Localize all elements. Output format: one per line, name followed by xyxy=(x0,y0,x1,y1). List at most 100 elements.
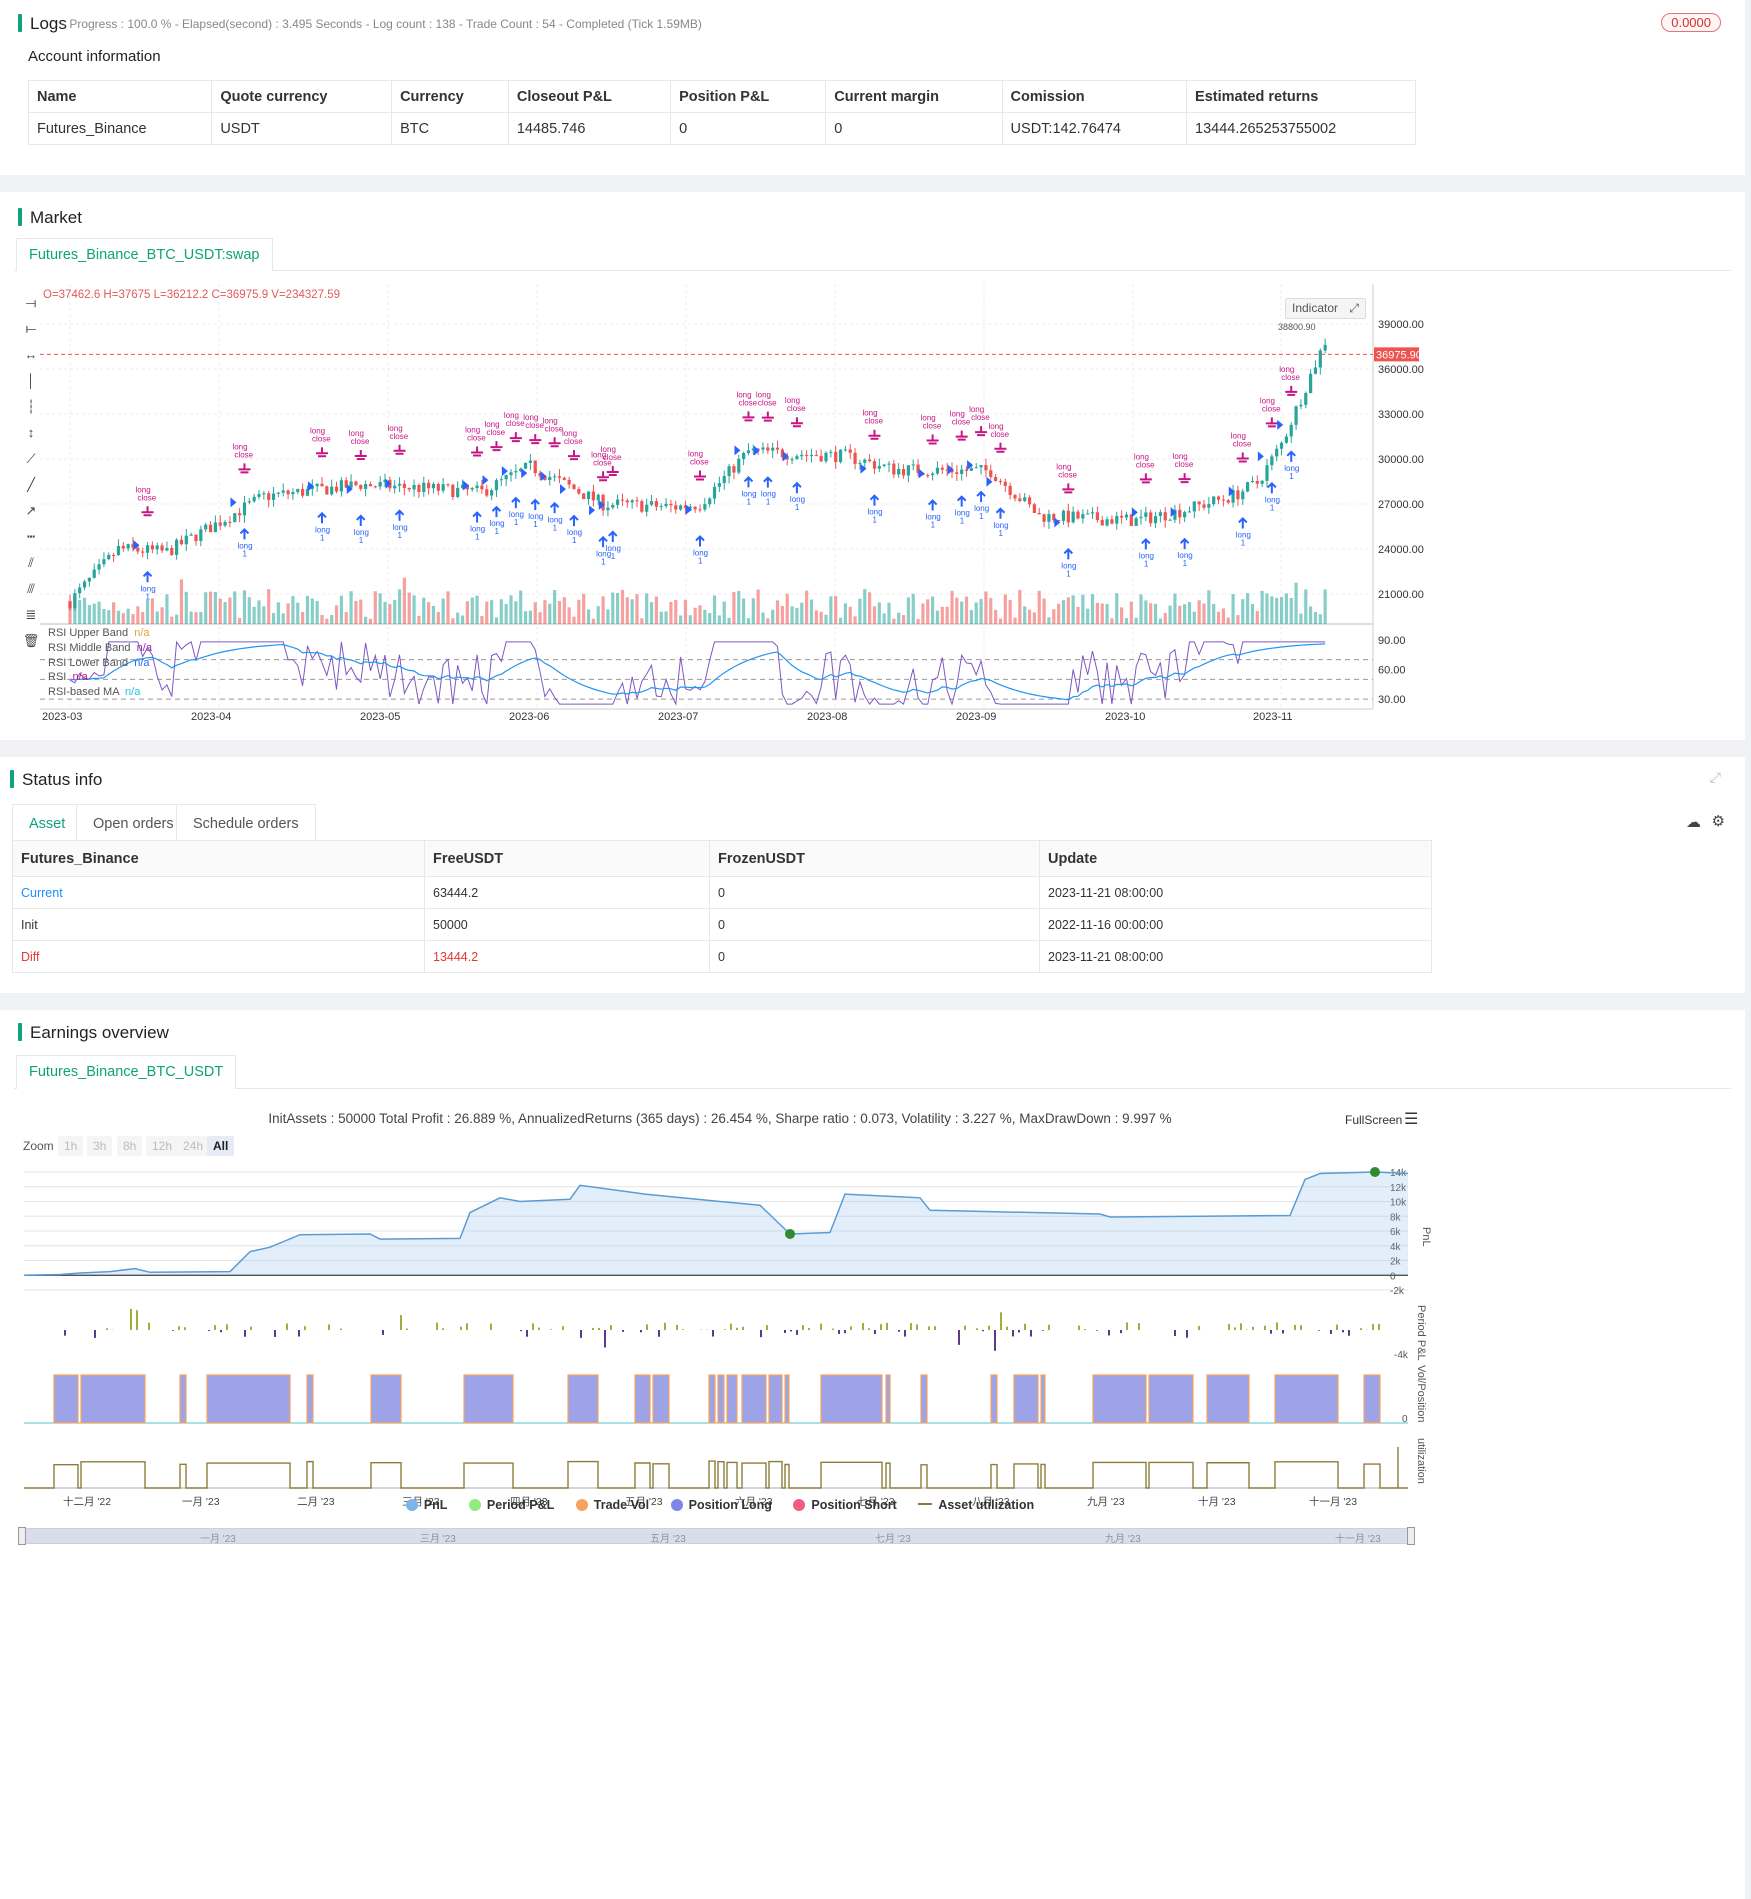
zoom-3h-button[interactable]: 3h xyxy=(87,1136,113,1156)
entry-flag xyxy=(918,468,925,479)
trend-line-icon[interactable]: ⟋ xyxy=(22,450,40,468)
volume-bar xyxy=(1168,605,1172,624)
gear-icon[interactable]: ⚙ xyxy=(1712,812,1725,830)
tab-asset[interactable]: Asset xyxy=(12,804,83,843)
ray-icon[interactable]: ↗ xyxy=(22,502,40,520)
col-header: Position P&L xyxy=(670,80,827,113)
candle-body xyxy=(591,491,595,501)
zoom-12h-button[interactable]: 12h xyxy=(146,1136,179,1156)
volume-bar xyxy=(519,590,523,624)
period-pnl-bar xyxy=(1318,1330,1320,1331)
candle-body xyxy=(315,483,319,487)
volume-bar xyxy=(877,602,881,624)
legend-trade-vol[interactable]: Trade Vol xyxy=(575,1498,649,1512)
entry-flag xyxy=(947,464,954,475)
rsi-axis-label: 60.00 xyxy=(1378,665,1406,677)
candle-body xyxy=(1183,512,1187,518)
fullscreen-button[interactable]: FullScreen xyxy=(1345,1113,1402,1127)
earnings-chart[interactable]: 14k12k10k8k6k4k2k0-2kPnL-4k Period P&L0 Vo… xyxy=(0,1160,1440,1550)
pnl-axis-title: PnL xyxy=(1420,1227,1432,1247)
period-pnl-bar xyxy=(934,1326,936,1330)
market-chart[interactable]: 2023-03 2023-04 2023-05 2023-06 2023-07 2023-… xyxy=(40,284,1440,730)
extended-line-icon[interactable]: ↔ xyxy=(22,346,40,364)
volume-bar xyxy=(950,590,954,624)
zoom-1h-button[interactable]: 1h xyxy=(58,1136,84,1156)
candle-body xyxy=(625,500,629,503)
zoom-all-button[interactable]: All xyxy=(207,1136,235,1156)
period-pnl-bar xyxy=(580,1330,582,1338)
x-tick-label: 2023-06 xyxy=(509,711,549,723)
entry-flag xyxy=(734,445,741,456)
legend-position-short[interactable]: Position Short xyxy=(793,1498,897,1512)
volume-bar xyxy=(485,601,489,624)
candle-body xyxy=(523,462,528,469)
volume-bar xyxy=(310,598,314,624)
vertical-line-icon[interactable]: │ xyxy=(22,372,40,390)
tab-earnings-symbol[interactable]: Futures_Binance_BTC_USDT xyxy=(16,1055,237,1089)
volume-bar xyxy=(402,577,406,624)
long-label: long xyxy=(1260,396,1275,405)
horizontal-line-icon[interactable]: ⟞ xyxy=(22,294,40,312)
volume-bar xyxy=(853,616,857,624)
fib-retracement-icon[interactable]: ≣ xyxy=(22,606,40,624)
tab-schedule-orders[interactable]: Schedule orders xyxy=(176,804,316,843)
candle-body xyxy=(238,513,242,516)
volume-bar xyxy=(863,589,867,624)
trash-icon[interactable]: 🗑 xyxy=(22,632,40,650)
period-pnl-bar xyxy=(1048,1324,1050,1330)
navigator-label: 五月 '23 xyxy=(650,1534,686,1545)
long-label: long xyxy=(504,411,519,420)
period-axis-title: Period P&L xyxy=(1415,1305,1427,1361)
period-pnl-bar xyxy=(520,1330,522,1332)
price-axis-label: 24000.00 xyxy=(1378,544,1424,556)
close-marker xyxy=(742,411,755,422)
candle-body xyxy=(1192,501,1196,512)
candle-body xyxy=(674,505,678,510)
segment-icon[interactable]: ╱ xyxy=(22,476,40,494)
candle-body xyxy=(998,481,1003,483)
volume-bar xyxy=(102,608,106,624)
vertical-ray-icon[interactable]: ↕ xyxy=(22,424,40,442)
legend-position-long[interactable]: Position Long xyxy=(670,1498,772,1512)
candle-body xyxy=(359,484,363,489)
navigator-right-handle[interactable] xyxy=(1407,1527,1415,1545)
price-line-icon[interactable]: ┅ xyxy=(22,528,40,546)
zoom-24h-button[interactable]: 24h xyxy=(177,1136,210,1156)
position-long-block xyxy=(1363,1374,1381,1424)
fullscreen-icon[interactable]: ⤢ xyxy=(1710,769,1721,786)
legend-period-pnl[interactable]: Period P&L xyxy=(468,1498,554,1512)
navigator-left-handle[interactable] xyxy=(18,1527,26,1545)
fib-channel-icon[interactable]: ⫻ xyxy=(22,580,40,598)
volume-bar xyxy=(1066,597,1070,624)
candle-body xyxy=(373,486,377,488)
row-label-current[interactable]: Current xyxy=(12,876,425,909)
candle-body xyxy=(87,577,91,582)
vertical-segment-icon[interactable]: ┆ xyxy=(22,398,40,416)
download-icon[interactable]: ☁ xyxy=(1686,813,1701,831)
candle-body xyxy=(393,485,397,489)
candle-body xyxy=(717,483,721,487)
tab-market-symbol[interactable]: Futures_Binance_BTC_USDT:swap xyxy=(16,238,273,271)
tab-open-orders[interactable]: Open orders xyxy=(76,804,191,843)
legend-asset-utilization[interactable]: Asset utilization xyxy=(918,1498,1034,1512)
horizontal-ray-icon[interactable]: ⟝ xyxy=(22,320,40,338)
volume-bar xyxy=(814,610,818,624)
candle-body xyxy=(97,564,101,570)
period-pnl-bar xyxy=(1126,1322,1128,1330)
zoom-8h-button[interactable]: 8h xyxy=(117,1136,143,1156)
candle-body xyxy=(708,498,712,505)
candle-body xyxy=(805,454,809,456)
pnl-area xyxy=(24,1172,1408,1276)
market-title: Market xyxy=(30,208,82,227)
menu-icon[interactable]: ☰ xyxy=(1404,1109,1418,1129)
legend-pnl[interactable]: PnL xyxy=(405,1498,447,1512)
parallel-channel-icon[interactable]: ⫽ xyxy=(22,554,40,572)
period-pnl-bar xyxy=(148,1322,150,1330)
indicator-button[interactable]: Indicator ⤢ xyxy=(1285,298,1366,319)
long-arrow xyxy=(239,528,250,540)
volume-bar xyxy=(785,593,789,624)
volume-bar xyxy=(291,596,295,624)
volume-bar xyxy=(238,617,242,624)
volume-bar xyxy=(490,600,494,624)
close-marker xyxy=(790,417,803,428)
